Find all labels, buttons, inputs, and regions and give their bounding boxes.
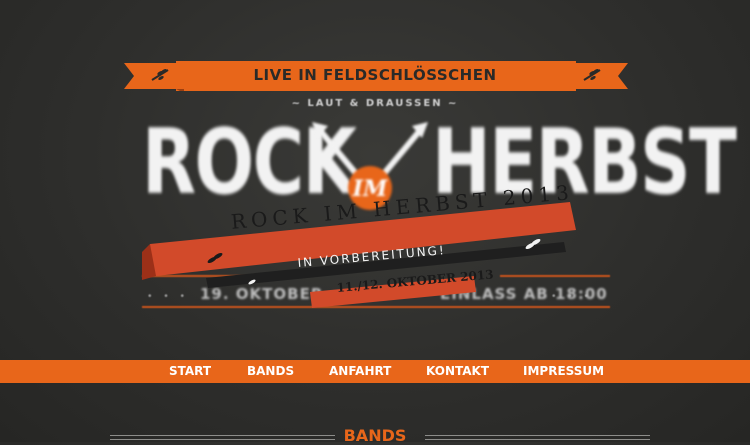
section-title: BANDS bbox=[343, 426, 407, 445]
venue-label: LIVE IN FELDSCHLÖSSCHEN bbox=[253, 66, 497, 84]
main-nav: START BANDS ANFAHRT KONTAKT IMPRESSUM bbox=[0, 360, 750, 383]
nav-item-impressum[interactable]: IMPRESSUM bbox=[523, 364, 604, 378]
nav-item-start[interactable]: START bbox=[169, 364, 211, 378]
nav-item-anfahrt[interactable]: ANFAHRT bbox=[329, 364, 391, 378]
nav-item-bands[interactable]: BANDS bbox=[247, 364, 294, 378]
nav-item-kontakt[interactable]: KONTAKT bbox=[426, 364, 489, 378]
tagline: ~ LAUT & DRAUSSEN ~ bbox=[291, 98, 459, 109]
